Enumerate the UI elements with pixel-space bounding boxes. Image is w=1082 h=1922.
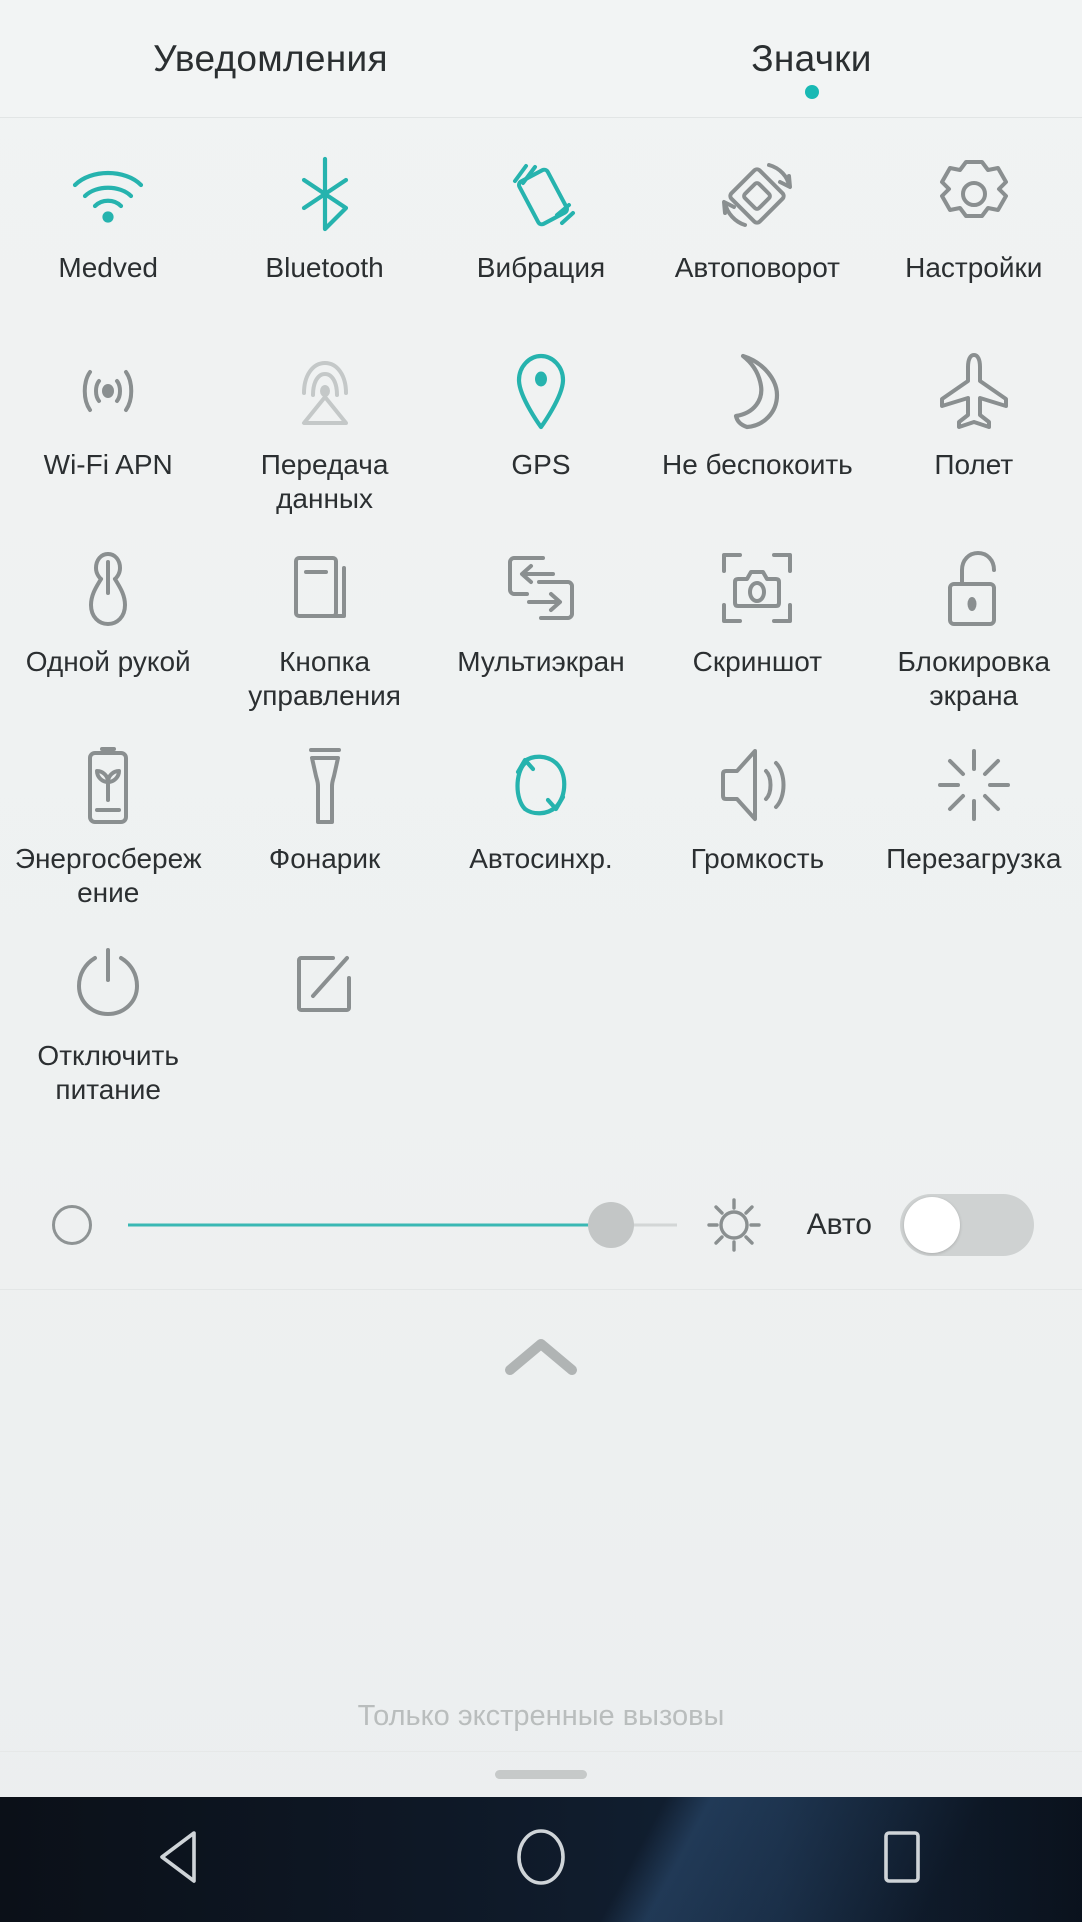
screenshot-icon: [711, 548, 803, 628]
tile-wifi-label: Medved: [58, 252, 158, 283]
tile-autosync[interactable]: Автосинхр.: [433, 723, 649, 920]
edit-tiles-icon: [279, 942, 371, 1022]
panel-drag-area[interactable]: [0, 1751, 1082, 1797]
tile-wifi-apn[interactable]: Wi-Fi APN: [0, 329, 216, 526]
auto-brightness-toggle[interactable]: [900, 1194, 1034, 1256]
brightness-slider-thumb[interactable]: [587, 1202, 634, 1248]
tile-autosync-label: Автосинхр.: [469, 843, 613, 874]
tile-volume[interactable]: Громкость: [649, 723, 865, 920]
auto-brightness-label: Авто: [806, 1208, 872, 1241]
home-button[interactable]: [441, 1797, 641, 1922]
brightness-low-icon: [52, 1205, 92, 1245]
brightness-high-icon: [699, 1196, 769, 1254]
tile-wifi[interactable]: Medved: [0, 132, 216, 329]
tile-flashlight[interactable]: Фонарик: [216, 723, 432, 920]
brightness-slider[interactable]: [128, 1202, 677, 1248]
tile-gps[interactable]: GPS: [433, 329, 649, 526]
airplane-icon: [928, 351, 1020, 431]
quick-tiles-grid: Medved Bluetooth Вибрация Автоповорот На…: [0, 118, 1082, 1117]
restart-icon: [928, 745, 1020, 825]
tile-settings-label: Настройки: [905, 252, 1043, 283]
tile-nav-dock-label: Кнопка управления: [248, 646, 401, 711]
chevron-up-icon[interactable]: [502, 1334, 580, 1385]
tile-screenshot-label: Скриншот: [692, 646, 823, 677]
tile-mobile-data-label: Передача данных: [260, 449, 389, 514]
tab-notifications[interactable]: Уведомления: [0, 0, 541, 117]
tab-shortcuts-label: Значки: [751, 38, 872, 79]
tile-wifi-apn-label: Wi-Fi APN: [43, 449, 173, 480]
tile-one-hand-label: Одной рукой: [25, 646, 191, 677]
tile-row: Отключить питание: [0, 920, 1082, 1117]
tile-airplane[interactable]: Полет: [866, 329, 1082, 526]
brightness-row: Авто: [0, 1161, 1082, 1289]
circle-home-icon: [513, 1827, 569, 1892]
tile-row: Wi-Fi APN Передача данных GPS Не беспоко…: [0, 329, 1082, 526]
flashlight-icon: [279, 745, 371, 825]
tile-bluetooth-label: Bluetooth: [265, 252, 384, 283]
tile-screenshot[interactable]: Скриншот: [649, 526, 865, 723]
tile-do-not-disturb-label: Не беспокоить: [661, 449, 853, 480]
sync-icon: [495, 745, 587, 825]
tile-restart[interactable]: Перезагрузка: [866, 723, 1082, 920]
bluetooth-icon: [279, 154, 371, 234]
tile-auto-rotate-label: Автоповорот: [674, 252, 840, 283]
system-navigation-bar: [0, 1797, 1082, 1922]
brightness-slider-fill: [128, 1223, 611, 1227]
panel-tabbar: Уведомления Значки: [0, 0, 1082, 118]
back-button[interactable]: [80, 1797, 280, 1922]
tile-one-hand[interactable]: Одной рукой: [0, 526, 216, 723]
navigation-dock-icon: [279, 548, 371, 628]
toggle-knob: [904, 1197, 960, 1253]
tile-nav-dock[interactable]: Кнопка управления: [216, 526, 432, 723]
tile-power-off[interactable]: Отключить питание: [0, 920, 216, 1117]
tile-screen-lock[interactable]: Блокировка экрана: [866, 526, 1082, 723]
tile-auto-rotate[interactable]: Автоповорот: [649, 132, 865, 329]
tile-row: Medved Bluetooth Вибрация Автоповорот На…: [0, 132, 1082, 329]
drag-handle[interactable]: [495, 1770, 587, 1779]
tab-shortcuts[interactable]: Значки: [541, 0, 1082, 117]
square-recents-icon: [880, 1829, 924, 1890]
vibration-icon: [495, 154, 587, 234]
tab-notifications-label: Уведомления: [153, 38, 388, 79]
tile-airplane-label: Полет: [934, 449, 1014, 480]
volume-icon: [711, 745, 803, 825]
panel-footer: Только экстренные вызовы: [0, 1289, 1082, 1797]
tile-gps-label: GPS: [511, 449, 571, 480]
hotspot-icon: [62, 351, 154, 431]
one-hand-icon: [62, 548, 154, 628]
recents-button[interactable]: [802, 1797, 1002, 1922]
battery-saver-icon: [62, 745, 154, 825]
carrier-status-text: Только экстренные вызовы: [357, 1700, 725, 1732]
tile-row: Энергосбереж ение Фонарик Автосинхр. Гро…: [0, 723, 1082, 920]
tile-battery-saver-label: Энергосбереж ение: [14, 843, 202, 908]
tile-multiscreen-label: Мультиэкран: [457, 646, 625, 677]
tile-battery-saver[interactable]: Энергосбереж ение: [0, 723, 216, 920]
multi-screen-icon: [495, 548, 587, 628]
tile-mobile-data[interactable]: Передача данных: [216, 329, 432, 526]
tile-vibration-label: Вибрация: [476, 252, 606, 283]
tile-bluetooth[interactable]: Bluetooth: [216, 132, 432, 329]
auto-rotate-icon: [711, 154, 803, 234]
mobile-data-icon: [279, 351, 371, 431]
tile-settings[interactable]: Настройки: [866, 132, 1082, 329]
power-icon: [62, 942, 154, 1022]
tab-shortcuts-indicator: [804, 85, 819, 99]
tile-restart-label: Перезагрузка: [886, 843, 1062, 874]
tile-edit-tiles[interactable]: [216, 920, 432, 1117]
gear-icon: [928, 154, 1020, 234]
lock-icon: [928, 548, 1020, 628]
triangle-back-icon: [154, 1829, 206, 1890]
moon-icon: [711, 351, 803, 431]
tile-row: Одной рукой Кнопка управления Мультиэкра…: [0, 526, 1082, 723]
tile-volume-label: Громкость: [690, 843, 825, 874]
quick-settings-panel: Уведомления Значки Medved Bluetooth Вибр…: [0, 0, 1082, 1922]
tile-screen-lock-label: Блокировка экрана: [897, 646, 1051, 711]
tile-multiscreen[interactable]: Мультиэкран: [433, 526, 649, 723]
tile-flashlight-label: Фонарик: [268, 843, 381, 874]
tile-power-off-label: Отключить питание: [37, 1040, 179, 1105]
tile-do-not-disturb[interactable]: Не беспокоить: [649, 329, 865, 526]
wifi-icon: [62, 154, 154, 234]
tile-vibration[interactable]: Вибрация: [433, 132, 649, 329]
location-pin-icon: [495, 351, 587, 431]
